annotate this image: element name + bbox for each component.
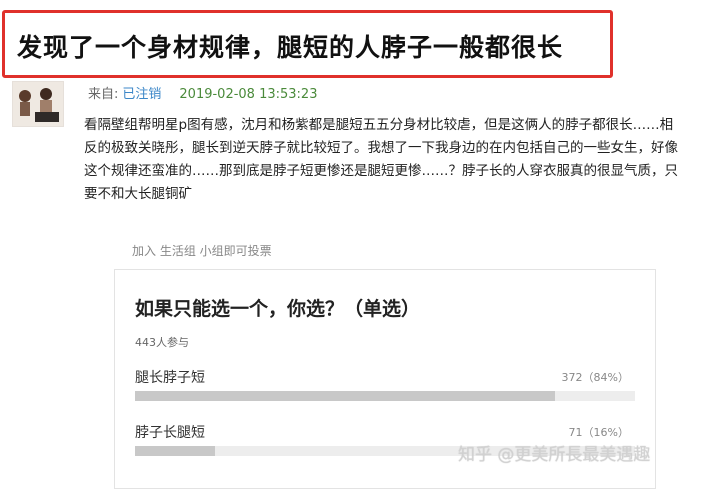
poll-question: 如果只能选一个，你选？（单选） (135, 298, 421, 320)
from-label: 来自: (88, 87, 119, 102)
poll-option-label: 脖子长腿短 (135, 425, 205, 441)
avatar[interactable] (12, 81, 64, 127)
poll-option-bar-fill (135, 391, 555, 401)
poll-option-label: 腿长脖子短 (135, 370, 205, 386)
author-link[interactable]: 已注销 (122, 87, 161, 102)
join-group-hint[interactable]: 加入 生活组 小组即可投票 (132, 242, 272, 259)
poll-option-result: 71（16%） (568, 426, 629, 439)
post-timestamp: 2019-02-08 13:53:23 (179, 87, 318, 102)
post-body: 看隔壁组帮明星p图有感，沈月和杨紫都是腿短五五分身材比较虐，但是这俩人的脖子都很… (84, 117, 678, 202)
title-highlight-box: 发现了一个身材规律，腿短的人脖子一般都很长 (2, 10, 613, 78)
poll-option-bar-fill (135, 446, 215, 456)
avatar-image-icon (13, 82, 63, 126)
post-title: 发现了一个身材规律，腿短的人脖子一般都很长 (17, 33, 564, 62)
poll-participant-count: 443人参与 (135, 336, 189, 349)
post-meta: 来自: 已注销 2019-02-08 13:53:23 (88, 83, 317, 102)
poll-option-bar (135, 391, 635, 401)
watermark-text: 知乎 @更美所長最美遇趣 (458, 445, 651, 465)
poll-option-result: 372（84%） (561, 371, 629, 384)
